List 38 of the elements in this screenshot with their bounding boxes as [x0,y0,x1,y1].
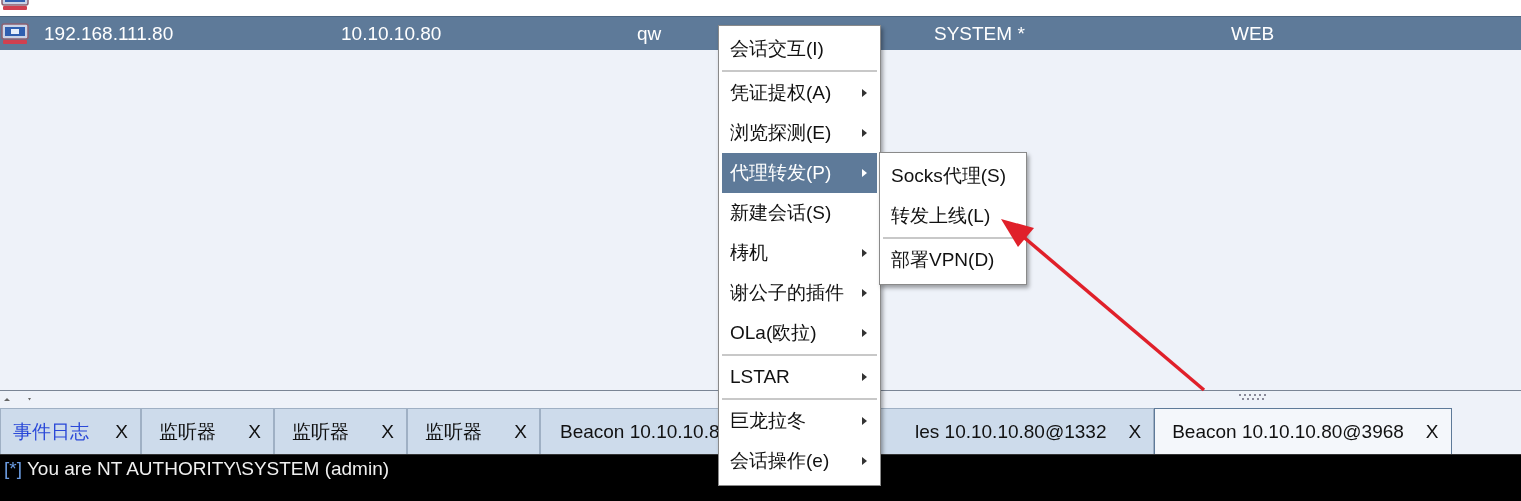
menu-item[interactable]: 新建会话(S) [722,193,877,233]
close-button[interactable]: X [514,420,527,443]
table-cell-text: SYSTEM * [934,22,1026,45]
close-button[interactable]: X [381,420,394,443]
tab-label[interactable]: Beacon 10.10.10.8 [560,420,720,443]
tab-label[interactable]: 监听器 [292,418,349,445]
menu-item[interactable]: Socks代理(S) [883,156,1023,196]
table-cell-text: 192.168.111.80 [44,22,175,45]
close-button[interactable]: X [115,420,128,443]
menu-item[interactable]: 凭证提权(A) [722,73,877,113]
menu-item[interactable]: OLa(欧拉) [722,313,877,353]
tab[interactable]: Beacon 10.10.10.80@3968 X [1154,408,1452,454]
menu-item[interactable]: 浏览探测(E) [722,113,877,153]
close-button[interactable]: X [1128,420,1142,443]
table-cell-text: 10.10.10.80 [341,22,443,45]
close-button[interactable]: X [248,420,261,443]
table-cell-text: qw [637,22,663,45]
menu-item[interactable]: 谢公子的插件 [722,273,877,313]
menu-item[interactable]: LSTAR [722,357,877,397]
console-line: [*] You are NT AUTHORITY\SYSTEM (admin) [4,458,390,481]
menu-item[interactable]: 部署VPN(D) [883,240,1023,280]
menu-item[interactable]: 梼机 [722,233,877,273]
tab-label[interactable]: Beacon 10.10.10.80@3968 [1172,420,1404,443]
menu-item[interactable]: 转发上线(L) [883,196,1023,236]
tab-label[interactable]: les 10.10.10.80@1332 [915,420,1107,443]
computer-icon [1,22,29,45]
close-button[interactable]: X [1425,420,1439,443]
tab[interactable]: 事件日志 X [0,408,141,454]
menu-item[interactable]: 代理转发(P) [722,153,877,193]
tab-label[interactable]: 监听器 [425,418,482,445]
tab[interactable]: 监听器 X [274,408,407,454]
tab[interactable]: 监听器 X [407,408,540,454]
table-cell-text: WEB [1231,22,1276,45]
tab-label[interactable]: 事件日志 [13,418,89,445]
tab-label[interactable]: 监听器 [159,418,216,445]
grip-icon[interactable] [1239,393,1267,400]
collapse-arrows-icon[interactable] [2,395,32,404]
tab[interactable]: 监听器 X [141,408,274,454]
